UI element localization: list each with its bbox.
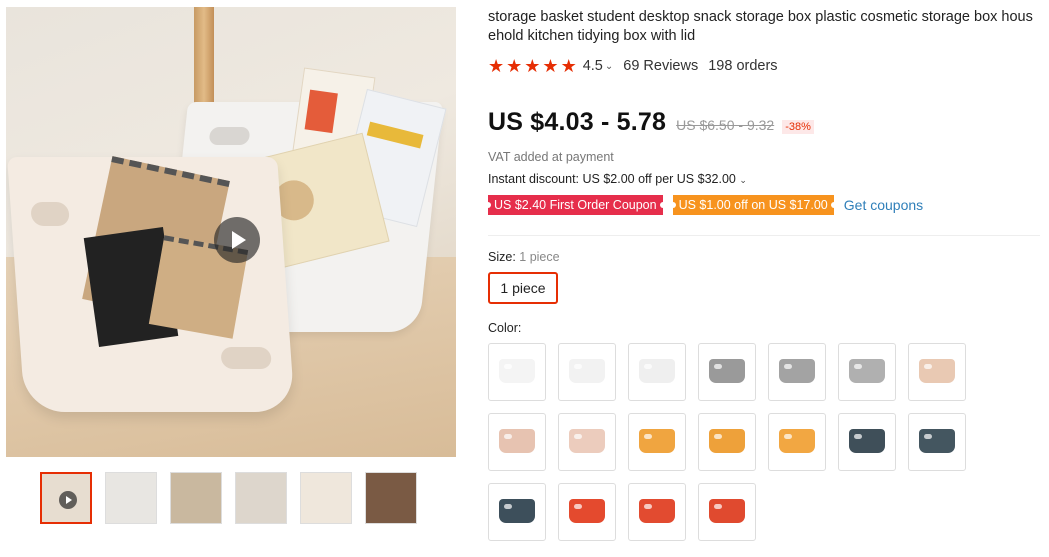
- size-label: Size: 1 piece: [488, 250, 560, 264]
- discount-badge: -38%: [782, 120, 814, 134]
- color-swatch-3[interactable]: [628, 343, 686, 401]
- color-swatch-2[interactable]: [558, 343, 616, 401]
- size-option-1-piece[interactable]: 1 piece: [488, 272, 558, 304]
- rating-row: ★ ★ ★ ★ ★ 4.5 ⌄ 69 Reviews 198 orders: [488, 57, 778, 75]
- storage-bin-image: [709, 499, 745, 523]
- storage-bin-image: [709, 429, 745, 453]
- box-handle: [220, 347, 272, 369]
- box-handle: [30, 202, 70, 226]
- get-coupons-link[interactable]: Get coupons: [844, 197, 923, 213]
- product-title: storage basket student desktop snack sto…: [488, 9, 1033, 44]
- color-swatch-16[interactable]: [558, 483, 616, 541]
- storage-bin-image: [499, 429, 535, 453]
- chevron-down-icon[interactable]: ⌄: [605, 61, 613, 72]
- chevron-down-icon: ⌄: [739, 175, 747, 185]
- original-price: US $6.50 - 9.32: [676, 117, 775, 133]
- storage-bin-image: [779, 359, 815, 383]
- coupon-row: US $2.40 First Order Coupon US $1.00 off…: [485, 195, 923, 215]
- thumbnail-5[interactable]: [300, 472, 352, 524]
- star-icon: ★: [506, 56, 523, 76]
- color-swatch-8[interactable]: [488, 413, 546, 471]
- color-swatch-4[interactable]: [698, 343, 756, 401]
- thumbnail-strip: [40, 472, 417, 524]
- storage-bin-image: [709, 359, 745, 383]
- thumbnail-6[interactable]: [365, 472, 417, 524]
- color-swatch-7[interactable]: [908, 343, 966, 401]
- storage-bin-image: [499, 499, 535, 523]
- play-icon: [232, 231, 246, 249]
- storage-bin-image: [499, 359, 535, 383]
- color-swatch-12[interactable]: [768, 413, 826, 471]
- size-selected-value: 1 piece: [519, 250, 560, 264]
- storage-bin-image: [639, 429, 675, 453]
- color-swatch-6[interactable]: [838, 343, 896, 401]
- orders-count: 198 orders: [708, 58, 778, 74]
- pack-label: [304, 89, 338, 134]
- first-order-coupon[interactable]: US $2.40 First Order Coupon: [485, 195, 666, 215]
- thumbnail-1[interactable]: [40, 472, 92, 524]
- storage-bin-image: [919, 359, 955, 383]
- color-swatch-18[interactable]: [698, 483, 756, 541]
- star-icon: ★: [488, 56, 505, 76]
- thumbnail-image: [106, 473, 156, 523]
- star-icon: ★: [542, 56, 559, 76]
- play-video-button[interactable]: [214, 217, 260, 263]
- color-swatch-17[interactable]: [628, 483, 686, 541]
- storage-bin-image: [919, 429, 955, 453]
- instant-discount-text: Instant discount: US $2.00 off per US $3…: [488, 172, 736, 186]
- color-swatch-11[interactable]: [698, 413, 756, 471]
- thumbnail-4[interactable]: [235, 472, 287, 524]
- storage-bin-image: [849, 359, 885, 383]
- color-swatches: [488, 343, 978, 541]
- storage-bin-image: [639, 359, 675, 383]
- price-row: US $4.03 - 5.78 US $6.50 - 9.32 -38%: [488, 108, 814, 137]
- star-rating: ★ ★ ★ ★ ★: [488, 57, 577, 75]
- thumbnail-image: [236, 473, 286, 523]
- thumbnail-2[interactable]: [105, 472, 157, 524]
- thumbnail-image: [301, 473, 351, 523]
- storage-bin-image: [849, 429, 885, 453]
- size-label-text: Size:: [488, 250, 516, 264]
- store-coupon[interactable]: US $1.00 off on US $17.00: [669, 195, 837, 215]
- color-swatch-15[interactable]: [488, 483, 546, 541]
- star-icon: ★: [560, 56, 577, 76]
- box-handle: [208, 127, 251, 145]
- color-swatch-13[interactable]: [838, 413, 896, 471]
- color-swatch-1[interactable]: [488, 343, 546, 401]
- main-product-image[interactable]: [6, 7, 456, 457]
- pack-stripe: [366, 121, 424, 149]
- storage-bin-image: [569, 359, 605, 383]
- instant-discount[interactable]: Instant discount: US $2.00 off per US $3…: [488, 172, 747, 186]
- divider: [488, 235, 1040, 236]
- thumbnail-image: [171, 473, 221, 523]
- thumbnail-3[interactable]: [170, 472, 222, 524]
- reviews-link[interactable]: 69 Reviews: [623, 58, 698, 74]
- vat-note: VAT added at payment: [488, 150, 614, 164]
- storage-bin-image: [779, 429, 815, 453]
- current-price: US $4.03 - 5.78: [488, 108, 667, 136]
- play-icon: [59, 491, 77, 509]
- color-swatch-9[interactable]: [558, 413, 616, 471]
- storage-bin-image: [569, 429, 605, 453]
- storage-bin-image: [569, 499, 605, 523]
- storage-bin-image: [639, 499, 675, 523]
- color-swatch-5[interactable]: [768, 343, 826, 401]
- thumbnail-image: [366, 473, 416, 523]
- color-swatch-14[interactable]: [908, 413, 966, 471]
- color-label: Color:: [488, 321, 522, 335]
- color-swatch-10[interactable]: [628, 413, 686, 471]
- star-icon: ★: [524, 56, 541, 76]
- rating-value[interactable]: 4.5: [583, 58, 603, 74]
